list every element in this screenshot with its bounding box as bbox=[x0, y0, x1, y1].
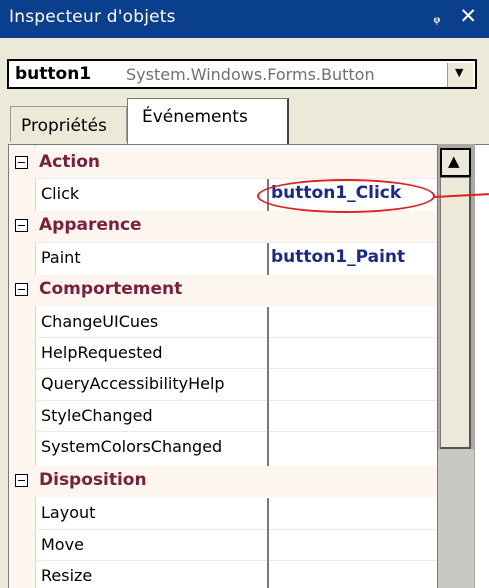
row-divider bbox=[35, 242, 445, 243]
vertical-scrollbar[interactable]: ▲ bbox=[437, 144, 475, 588]
tab-properties[interactable]: Propriétés bbox=[10, 106, 127, 142]
event-name: Move bbox=[41, 535, 84, 554]
selected-object-name: button1 bbox=[15, 64, 92, 84]
title-bar[interactable]: Inspecteur d'objets ᵩ ✕ bbox=[0, 0, 489, 38]
scroll-track[interactable] bbox=[438, 449, 474, 588]
event-handler-value[interactable]: button1_Paint bbox=[271, 247, 405, 267]
scroll-up-button[interactable]: ▲ bbox=[440, 148, 471, 177]
event-row-queryaccessibilityhelp[interactable]: QueryAccessibilityHelp bbox=[9, 369, 445, 400]
event-row-paint[interactable]: Paint button1_Paint bbox=[9, 243, 445, 274]
category-label: Disposition bbox=[39, 470, 147, 490]
category-action[interactable]: Action bbox=[9, 148, 445, 179]
event-row-move[interactable]: Move bbox=[9, 530, 445, 561]
category-label: Action bbox=[39, 152, 100, 172]
category-label: Comportement bbox=[39, 279, 183, 299]
category-behavior[interactable]: Comportement bbox=[9, 275, 445, 306]
row-divider bbox=[35, 560, 445, 561]
row-divider bbox=[35, 337, 445, 338]
arrow-up-icon: ▲ bbox=[448, 152, 460, 170]
event-name: StyleChanged bbox=[41, 406, 153, 425]
event-row-systemcolorschanged[interactable]: SystemColorsChanged bbox=[9, 432, 445, 463]
column-separator[interactable] bbox=[267, 243, 269, 275]
event-name: Paint bbox=[41, 248, 81, 267]
pin-icon[interactable]: ᵩ bbox=[434, 5, 440, 26]
event-row-layout[interactable]: Layout bbox=[9, 498, 445, 529]
tab-events-label: Événements bbox=[142, 107, 248, 127]
object-selector-dropdown-button[interactable]: ▼ bbox=[447, 63, 473, 87]
row-divider bbox=[35, 400, 445, 401]
row-divider bbox=[35, 178, 445, 179]
inspector-tabs: Propriétés Événements bbox=[10, 98, 480, 144]
window-title: Inspecteur d'objets bbox=[9, 7, 176, 27]
category-layout[interactable]: Disposition bbox=[9, 466, 445, 497]
event-name: QueryAccessibilityHelp bbox=[41, 374, 225, 393]
category-label: Apparence bbox=[39, 215, 142, 235]
category-appearance[interactable]: Apparence bbox=[9, 211, 445, 242]
event-name: Layout bbox=[41, 503, 96, 522]
collapse-icon[interactable] bbox=[15, 156, 28, 169]
collapse-icon[interactable] bbox=[15, 474, 28, 487]
event-name: HelpRequested bbox=[41, 343, 163, 362]
event-name: Resize bbox=[41, 566, 93, 585]
event-name: ChangeUICues bbox=[41, 312, 159, 331]
event-name: Click bbox=[41, 184, 80, 203]
event-row-helprequested[interactable]: HelpRequested bbox=[9, 338, 445, 369]
object-inspector-window: Inspecteur d'objets ᵩ ✕ button1 System.W… bbox=[0, 0, 489, 588]
event-grid: Action Click button1_Click Apparence Pai… bbox=[8, 144, 489, 588]
chevron-down-icon: ▼ bbox=[455, 66, 464, 79]
annotation-ellipse bbox=[257, 179, 435, 213]
tab-events[interactable]: Événements bbox=[127, 98, 289, 144]
event-row-stylechanged[interactable]: StyleChanged bbox=[9, 401, 445, 432]
row-divider bbox=[35, 529, 445, 530]
column-separator[interactable] bbox=[267, 498, 269, 588]
object-selector[interactable]: button1 System.Windows.Forms.Button ▼ bbox=[7, 59, 477, 89]
event-row-resize[interactable]: Resize bbox=[9, 561, 445, 588]
row-divider bbox=[35, 431, 445, 432]
collapse-icon[interactable] bbox=[15, 283, 28, 296]
event-row-changeuicues[interactable]: ChangeUICues bbox=[9, 307, 445, 338]
event-name: SystemColorsChanged bbox=[41, 437, 223, 456]
row-divider bbox=[35, 368, 445, 369]
collapse-icon[interactable] bbox=[15, 219, 28, 232]
tab-properties-label: Propriétés bbox=[21, 116, 107, 136]
column-separator[interactable] bbox=[267, 307, 269, 466]
close-icon[interactable]: ✕ bbox=[459, 4, 477, 28]
selected-object-type: System.Windows.Forms.Button bbox=[126, 65, 375, 84]
scroll-thumb[interactable] bbox=[440, 177, 471, 449]
